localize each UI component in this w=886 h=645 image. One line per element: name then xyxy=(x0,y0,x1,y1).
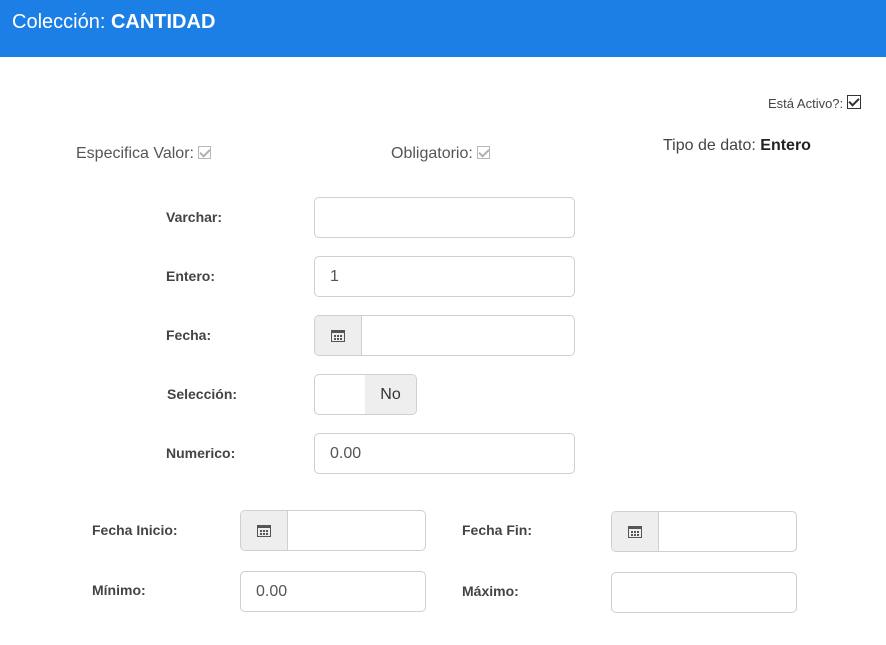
calendar-icon xyxy=(257,525,271,537)
seleccion-toggle[interactable]: No xyxy=(314,374,417,415)
calendar-icon xyxy=(628,526,642,538)
minimo-input[interactable]: 0.00 xyxy=(240,571,426,612)
specifies-value-checkbox xyxy=(198,146,212,159)
fecha-inicio-calendar-button[interactable] xyxy=(241,511,288,550)
entero-label: Entero: xyxy=(166,268,215,284)
mandatory-flag: Obligatorio: xyxy=(391,145,491,163)
header-prefix: Colección: xyxy=(12,11,106,33)
mandatory-label: Obligatorio: xyxy=(391,145,473,162)
active-checkbox[interactable] xyxy=(846,95,861,109)
entero-input[interactable]: 1 xyxy=(314,256,575,297)
collection-header: Colección: CANTIDAD xyxy=(0,0,886,57)
active-label: Está Activo?: xyxy=(768,96,844,111)
mandatory-checkbox xyxy=(477,146,491,159)
fecha-date-picker xyxy=(314,315,575,356)
fecha-fin-date-picker xyxy=(611,511,797,552)
varchar-input[interactable] xyxy=(314,197,575,238)
data-type-value: Entero xyxy=(760,137,811,154)
fecha-fin-calendar-button[interactable] xyxy=(612,512,659,551)
fecha-inicio-label: Fecha Inicio: xyxy=(92,522,178,538)
data-type-label: Tipo de dato: xyxy=(663,137,756,154)
numerico-label: Numerico: xyxy=(166,445,236,461)
minimo-label: Mínimo: xyxy=(92,582,146,598)
data-type: Tipo de dato: Entero xyxy=(663,137,811,155)
specifies-value-label: Especifica Valor: xyxy=(76,145,194,162)
fecha-label: Fecha: xyxy=(166,327,212,343)
specifies-value-flag: Especifica Valor: xyxy=(76,145,212,163)
maximo-input[interactable] xyxy=(611,572,797,613)
fecha-calendar-button[interactable] xyxy=(315,316,362,355)
seleccion-label: Selección: xyxy=(167,386,238,402)
fecha-inicio-date-picker xyxy=(240,510,426,551)
maximo-label: Máximo: xyxy=(462,583,519,599)
collection-name: CANTIDAD xyxy=(110,11,216,33)
seleccion-toggle-state: No xyxy=(365,375,416,414)
active-status: Está Activo?: xyxy=(768,95,861,111)
varchar-label: Varchar: xyxy=(166,209,223,225)
numerico-input[interactable]: 0.00 xyxy=(314,433,575,474)
fecha-fin-label: Fecha Fin: xyxy=(462,522,533,538)
calendar-icon xyxy=(331,330,345,342)
